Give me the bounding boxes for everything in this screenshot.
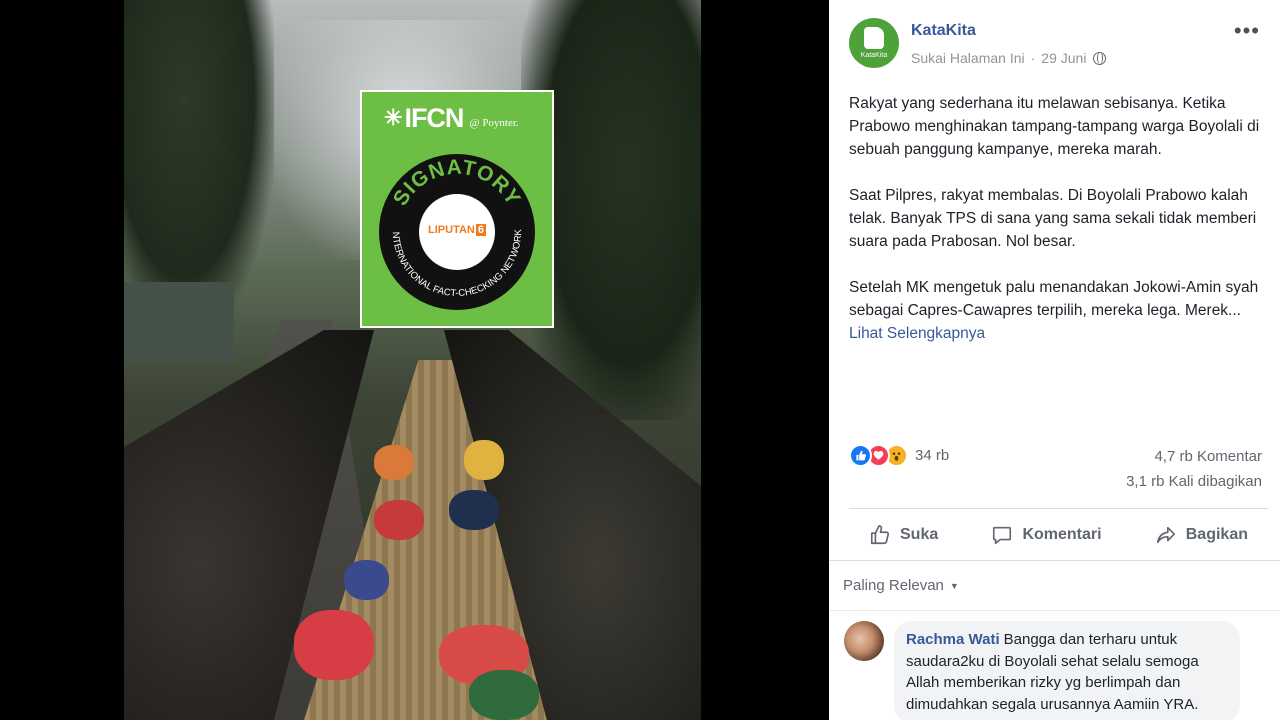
more-dots-icon[interactable]: ••• xyxy=(1234,18,1260,44)
photo-bag xyxy=(374,445,414,480)
share-arrow-icon xyxy=(1156,526,1175,544)
see-more-link[interactable]: Lihat Selengkapnya xyxy=(849,325,985,342)
globe-icon xyxy=(1093,51,1107,65)
post-paragraph-last: Setelah MK mengetuk palu menandakan Joko… xyxy=(849,276,1264,345)
ifcn-signatory-badge: ✳ IFCN @ Poynter. SIGNATORY INTERNATIONA… xyxy=(360,90,554,328)
post-meta: Sukai Halaman Ini · 29 Juni xyxy=(911,50,1107,66)
post-actions: Suka Komentari Bagikan xyxy=(849,514,1268,556)
post-paragraph: Rakyat yang sederhana itu melawan sebisa… xyxy=(849,95,1260,158)
comment-bubble: Rachma Wati Bangga dan terharu untuk saud… xyxy=(894,621,1240,720)
ifcn-star-icon: ✳ xyxy=(384,105,403,130)
comment-bubble-icon xyxy=(993,526,1012,545)
photo-bag xyxy=(449,490,499,530)
liputan-number: 6 xyxy=(475,224,486,236)
divider xyxy=(849,508,1268,509)
photo-fence xyxy=(124,282,234,362)
thumbs-up-icon xyxy=(864,27,884,49)
like-button[interactable]: Suka xyxy=(849,524,958,546)
comment-sort-dropdown[interactable]: Paling Relevan ▼ xyxy=(843,577,959,594)
ifcn-poynter: @ Poynter. xyxy=(469,117,519,129)
post-body: Rakyat yang sederhana itu melawan sebisa… xyxy=(849,92,1264,368)
reactions-count: 34 rb xyxy=(915,447,950,464)
thumbs-up-outline-icon xyxy=(870,525,890,545)
liputan6-logo: LIPUTAN 6 xyxy=(423,224,491,240)
ifcn-header: ✳ IFCN @ Poynter. xyxy=(362,92,552,144)
comment-button-label: Komentari xyxy=(1022,526,1102,543)
divider xyxy=(829,610,1280,611)
meta-separator: · xyxy=(1030,50,1036,66)
page-name-link[interactable]: KataKita xyxy=(911,22,976,40)
shares-count-link[interactable]: 3,1 rb Kali dibagikan xyxy=(1126,473,1262,490)
liputan-text: LIPUTAN xyxy=(428,224,475,236)
page-avatar-caption: KataKita xyxy=(860,52,888,59)
screenshot-stage: ✳ IFCN @ Poynter. SIGNATORY INTERNATIONA… xyxy=(0,0,1280,720)
like-page-link[interactable]: Sukai Halaman Ini xyxy=(911,50,1025,66)
post-date[interactable]: 29 Juni xyxy=(1041,50,1086,66)
commenter-avatar[interactable] xyxy=(844,621,884,661)
caret-down-icon: ▼ xyxy=(949,580,959,591)
photo-trees-left xyxy=(124,0,274,330)
like-reaction-icon xyxy=(849,444,872,467)
reactions-summary[interactable]: 34 rb xyxy=(849,444,949,467)
share-button[interactable]: Bagikan xyxy=(1135,524,1268,546)
page-avatar[interactable]: KataKita xyxy=(849,18,899,68)
comment-author-link[interactable]: Rachma Wati xyxy=(906,631,1000,648)
photo-bag xyxy=(374,500,424,540)
photo-bag xyxy=(464,440,504,480)
like-button-label: Suka xyxy=(900,526,939,543)
share-button-label: Bagikan xyxy=(1185,526,1248,543)
post-paragraph: Saat Pilpres, rakyat membalas. Di Boyola… xyxy=(849,187,1257,250)
divider xyxy=(829,560,1280,561)
comment-button[interactable]: Komentari xyxy=(971,524,1121,546)
photo-bag xyxy=(469,670,539,720)
photo-bag xyxy=(294,610,374,680)
comments-count-link[interactable]: 4,7 rb Komentar xyxy=(1154,448,1262,465)
ifcn-wordmark: IFCN xyxy=(404,102,464,133)
post-paragraph-text: Setelah MK mengetuk palu menandakan Joko… xyxy=(849,279,1259,319)
comment-sort-label: Paling Relevan xyxy=(843,577,944,594)
photo-bag xyxy=(344,560,389,600)
facebook-post-panel: KataKita KataKita Sukai Halaman Ini · 29… xyxy=(829,0,1280,720)
